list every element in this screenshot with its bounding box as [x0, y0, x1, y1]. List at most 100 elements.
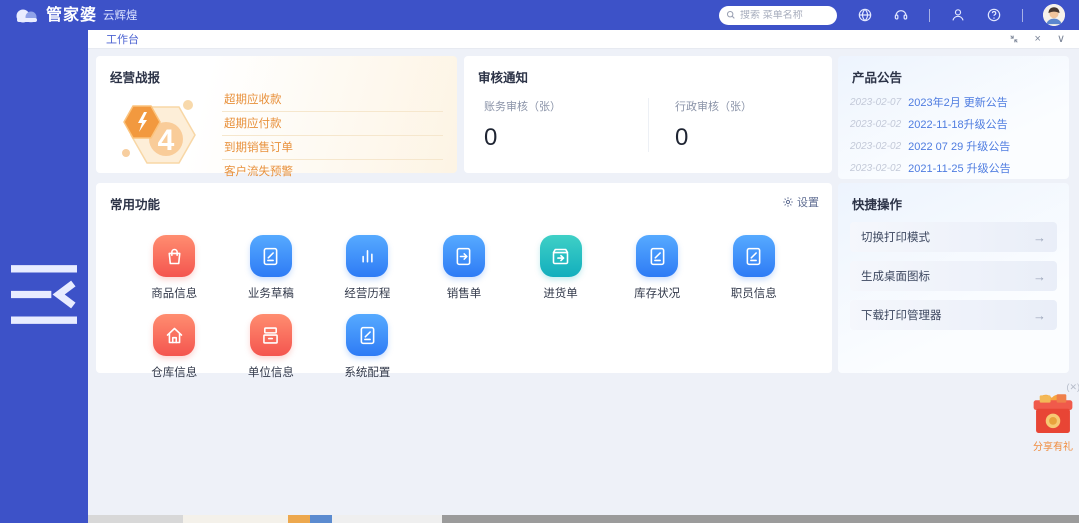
- quick-action-3[interactable]: 下载打印管理器 →: [850, 300, 1057, 330]
- common-function-label: 单位信息: [247, 367, 294, 379]
- common-function-label: 进货单: [543, 288, 578, 300]
- close-tab-icon[interactable]: ×: [1035, 33, 1041, 45]
- announcement-link[interactable]: 2022 07 29 升级公告: [908, 138, 1010, 154]
- taskbar-segment: [310, 515, 332, 523]
- gift-box-icon[interactable]: [1030, 393, 1076, 437]
- announcement-row: 2023-02-02 2022 07 29 升级公告: [838, 135, 1069, 157]
- announcement-link[interactable]: 2021-11-25 升级公告: [908, 160, 1011, 176]
- warning-count-badge: 4: [122, 100, 196, 164]
- drawer-icon: [249, 314, 292, 356]
- warning-link-1[interactable]: 超期应收款: [222, 88, 443, 112]
- settings-button[interactable]: 设置: [782, 194, 819, 210]
- quick-action-label: 下载打印管理器: [861, 310, 942, 322]
- help-icon[interactable]: [986, 7, 1002, 23]
- taskbar-segment: [442, 515, 1079, 523]
- common-function-label: 职员信息: [730, 288, 777, 300]
- arrow-right-icon: →: [1033, 307, 1046, 323]
- user-avatar[interactable]: [1043, 4, 1065, 26]
- quick-actions-list: 切换打印模式 → 生成桌面图标 → 下载打印管理器 →: [838, 222, 1069, 330]
- common-function-1[interactable]: 商品信息: [151, 235, 197, 301]
- chart-icon: [346, 235, 389, 277]
- top-bar: 管家婆 云辉煌: [0, 0, 1079, 30]
- bag-icon: [153, 235, 196, 277]
- house-icon: [153, 314, 196, 356]
- common-function-label: 业务草稿: [247, 288, 294, 300]
- common-function-label: 销售单: [446, 288, 482, 300]
- floater-close-button[interactable]: (✕): [1030, 382, 1079, 393]
- announcement-row: 2023-02-07 2023年2月 更新公告: [838, 91, 1069, 113]
- share-gift-label: 分享有礼: [1033, 441, 1073, 453]
- warning-link-2[interactable]: 超期应付款: [222, 112, 443, 136]
- stat-value: 0: [484, 124, 498, 151]
- main-area: 工作台 × ∨ 经营战报 4 超期应收款 超期应付款 到期销售订单 客户流失预警…: [88, 30, 1079, 515]
- audit-stat-1: 行政审核（张） 0: [648, 98, 832, 152]
- quick-action-label: 切换打印模式: [861, 232, 930, 244]
- warning-link-3[interactable]: 到期销售订单: [222, 136, 443, 160]
- panel-business-report: 经营战报 4 超期应收款 超期应付款 到期销售订单 客户流失预警: [96, 56, 457, 184]
- quick-action-label: 生成桌面图标: [861, 271, 930, 283]
- announcement-date: 2023-02-02: [850, 140, 902, 152]
- common-function-6[interactable]: 库存状况: [634, 235, 680, 301]
- common-function-2[interactable]: 业务草稿: [248, 235, 294, 301]
- announcement-row: 2023-02-02 2022-11-18升级公告: [838, 113, 1069, 135]
- doc-arrow-icon: [442, 235, 485, 277]
- app-logo: 管家婆 云辉煌: [14, 6, 138, 24]
- doc-pencil-icon: [636, 235, 679, 277]
- doc-pencil-icon: [346, 314, 389, 356]
- common-function-9[interactable]: 单位信息: [248, 314, 294, 380]
- arrow-right-icon: →: [1033, 229, 1046, 245]
- tab-menu-chevron-icon[interactable]: ∨: [1057, 33, 1065, 45]
- doc-pencil-icon: [732, 235, 775, 277]
- common-function-label: 经营历程: [344, 288, 391, 300]
- settings-label: 设置: [797, 197, 819, 209]
- panel-product-announcements: 产品公告 2023-02-07 2023年2月 更新公告 2023-02-02 202…: [838, 56, 1069, 197]
- common-function-label: 系统配置: [344, 367, 391, 379]
- quick-action-2[interactable]: 生成桌面图标 →: [850, 261, 1057, 291]
- brand-subtitle: 云辉煌: [103, 10, 138, 23]
- panel-title: 审核通知: [478, 71, 529, 85]
- common-function-label: 库存状况: [634, 288, 681, 300]
- warning-count: 4: [158, 124, 175, 157]
- refresh-tabs-icon[interactable]: [1009, 34, 1019, 44]
- doc-pencil-icon: [249, 235, 292, 277]
- panel-quick-actions: 快捷操作 切换打印模式 → 生成桌面图标 → 下载打印管理器 →: [838, 183, 1069, 373]
- apps-globe-icon[interactable]: [857, 7, 873, 23]
- announcement-link[interactable]: 2023年2月 更新公告: [908, 94, 1008, 110]
- warning-link-4[interactable]: 客户流失预警: [222, 160, 443, 184]
- sidebar: 进货管理销售管理库存管理钱流管理综合查询辅助功能发票业务基本信息系统维护订货商城…: [0, 30, 88, 523]
- stat-value: 0: [675, 124, 689, 151]
- gear-icon: [783, 197, 793, 207]
- customer-service-icon[interactable]: [893, 7, 909, 23]
- common-function-7[interactable]: 职员信息: [731, 235, 777, 301]
- common-function-label: 仓库信息: [151, 367, 198, 379]
- panel-common-functions: 常用功能 设置 商品信息 业务草稿 经营历程 销售单 进货单 库存状况 职员信息仓库信息 单位…: [96, 183, 832, 379]
- common-function-3[interactable]: 经营历程: [344, 235, 390, 301]
- divider: [1022, 8, 1023, 22]
- panel-title: 快捷操作: [852, 198, 903, 212]
- share-gift-floater: (✕) 分享有礼: [1030, 382, 1079, 453]
- common-function-4[interactable]: 销售单: [442, 235, 485, 301]
- common-function-8[interactable]: 仓库信息: [151, 314, 197, 380]
- panel-title: 常用功能: [110, 198, 161, 212]
- announcement-date: 2023-02-07: [850, 96, 902, 108]
- cloud-logo-icon: [14, 6, 40, 24]
- common-function-5[interactable]: 进货单: [539, 235, 582, 301]
- tab-workbench[interactable]: 工作台: [106, 31, 139, 47]
- divider: [929, 8, 930, 22]
- sidebar-collapse-icon[interactable]: [0, 48, 88, 523]
- announcement-date: 2023-02-02: [850, 162, 902, 174]
- os-taskbar: [88, 515, 1079, 523]
- stat-label: 行政审核（张）: [675, 101, 752, 113]
- brand-name: 管家婆: [46, 7, 98, 24]
- experience-user-icon[interactable]: [950, 7, 966, 23]
- tab-bar: 工作台 × ∨: [88, 30, 1079, 49]
- global-search[interactable]: [719, 5, 837, 25]
- quick-action-1[interactable]: 切换打印模式 →: [850, 222, 1057, 252]
- stat-label: 账务审核（张）: [484, 101, 561, 113]
- search-icon: [726, 10, 735, 19]
- search-input[interactable]: [740, 9, 830, 21]
- announcement-link[interactable]: 2022-11-18升级公告: [908, 116, 1007, 132]
- taskbar-segment: [288, 515, 310, 523]
- common-function-10[interactable]: 系统配置: [344, 314, 390, 380]
- common-function-label: 商品信息: [151, 288, 198, 300]
